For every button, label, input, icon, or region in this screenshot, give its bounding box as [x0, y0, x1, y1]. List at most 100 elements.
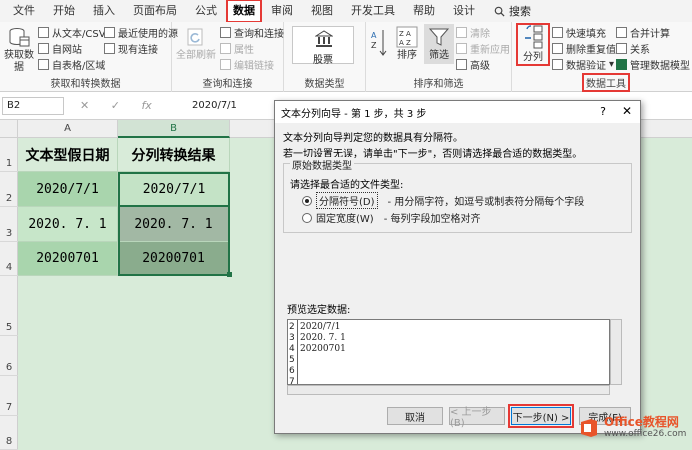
formula-symbols: ✕ ✓ fx — [80, 99, 152, 112]
group-data-types: 股票 数据类型 — [284, 22, 366, 92]
name-box[interactable]: B2 — [2, 97, 64, 115]
tab-developer[interactable]: 开发工具 — [342, 1, 404, 21]
tab-view[interactable]: 视图 — [302, 1, 342, 21]
recent-icon — [104, 26, 115, 38]
from-web-button[interactable]: 自网站 — [38, 41, 82, 56]
consolidate-icon — [616, 26, 627, 38]
edit-links-button[interactable]: 编辑链接 — [220, 57, 274, 72]
cell-b1[interactable]: 分列转换结果 — [118, 138, 230, 172]
select-all-corner[interactable] — [0, 120, 18, 138]
tab-page-layout[interactable]: 页面布局 — [124, 1, 186, 21]
tab-file[interactable]: 文件 — [4, 1, 44, 21]
text-to-columns-dialog: 文本分列向导 - 第 1 步，共 3 步 ? ✕ 文本分列向导判定您的数据具有分… — [274, 100, 641, 434]
fill-handle[interactable] — [227, 272, 232, 277]
query-icon — [220, 26, 231, 38]
cell-a4[interactable]: 20200701 — [18, 242, 118, 276]
row-header[interactable]: 5 — [0, 276, 18, 336]
from-table-button[interactable]: 自表格/区域 — [38, 57, 105, 72]
radio-selected-icon — [302, 195, 312, 206]
clear-filter-button[interactable]: 清除 — [456, 25, 490, 40]
remove-duplicates-icon — [552, 42, 563, 54]
preview-row: 2020. 7. 1 — [300, 333, 346, 343]
row-header[interactable]: 3 — [0, 207, 18, 242]
cell-a1[interactable]: 文本型假日期 — [18, 138, 118, 172]
ribbon: 获取数据 从文本/CSV 自网站 自表格/区域 最近使用的源 现有连接 获取和转… — [0, 22, 692, 92]
search-box[interactable]: 搜索 — [494, 3, 531, 19]
tab-design[interactable]: 设计 — [444, 1, 484, 21]
row-header[interactable]: 4 — [0, 242, 18, 276]
existing-connections-button[interactable]: 现有连接 — [104, 41, 158, 56]
tab-help[interactable]: 帮助 — [404, 1, 444, 21]
help-icon[interactable]: ? — [600, 105, 606, 118]
recent-sources-button[interactable]: 最近使用的源 — [104, 25, 178, 40]
consolidate-button[interactable]: 合并计算 — [616, 25, 670, 40]
table-icon — [38, 58, 49, 70]
cancel-icon[interactable]: ✕ — [80, 99, 89, 112]
fieldset-label: 原始数据类型 — [290, 157, 354, 172]
web-icon — [38, 42, 49, 54]
preview-vertical-scrollbar[interactable] — [610, 319, 622, 385]
office-logo-icon — [581, 418, 597, 437]
flash-fill-button[interactable]: 快速填充 — [552, 25, 606, 40]
advanced-filter-button[interactable]: 高级 — [456, 57, 490, 72]
properties-button[interactable]: 属性 — [220, 41, 254, 56]
text-to-columns-highlight — [516, 23, 550, 66]
tab-formulas[interactable]: 公式 — [186, 1, 226, 21]
back-button[interactable]: < 上一步(B) — [449, 407, 505, 429]
filter-button[interactable]: 筛选 — [424, 24, 454, 64]
manage-data-model-button[interactable]: 管理数据模型 — [616, 57, 690, 72]
cell-b3[interactable]: 2020. 7. 1 — [118, 207, 230, 242]
formula-input[interactable]: 2020/7/1 — [192, 100, 237, 111]
dialog-title: 文本分列向导 - 第 1 步，共 3 步 ? ✕ — [275, 101, 640, 123]
watermark-brand: Office教程网 — [604, 415, 679, 429]
tab-review[interactable]: 审阅 — [262, 1, 302, 21]
bank-icon — [315, 30, 333, 47]
relationships-button[interactable]: 关系 — [616, 41, 650, 56]
preview-row-numbers: 2 3 4 5 6 7 — [289, 322, 295, 385]
row-header[interactable]: 7 — [0, 376, 18, 416]
row-header[interactable]: 2 — [0, 172, 18, 207]
stocks-gallery[interactable]: 股票 — [292, 26, 354, 66]
refresh-icon — [187, 28, 203, 46]
row-header[interactable]: 6 — [0, 336, 18, 376]
queries-connections-button[interactable]: 查询和连接 — [220, 25, 284, 40]
data-model-icon — [616, 58, 627, 70]
link-icon — [220, 58, 231, 70]
from-text-csv-button[interactable]: 从文本/CSV — [38, 25, 106, 40]
column-header-a[interactable]: A — [18, 120, 118, 138]
original-data-type-group: 原始数据类型 请选择最合适的文件类型: 分隔符号(D) - 用分隔字符，如逗号或… — [283, 157, 632, 233]
svg-text:A Z: A Z — [399, 39, 411, 47]
column-header-b[interactable]: B — [118, 120, 230, 138]
cancel-button[interactable]: 取消 — [387, 407, 443, 425]
cell-b4[interactable]: 20200701 — [118, 242, 230, 276]
reapply-button[interactable]: 重新应用 — [456, 41, 510, 56]
fx-icon[interactable]: fx — [141, 99, 151, 112]
cell-a3[interactable]: 2020. 7. 1 — [18, 207, 118, 242]
delimited-radio[interactable]: 分隔符号(D) - 用分隔字符，如逗号或制表符分隔每个字段 — [302, 192, 584, 209]
tab-home[interactable]: 开始 — [44, 1, 84, 21]
fixed-width-radio[interactable]: 固定宽度(W) - 每列字段加空格对齐 — [302, 210, 481, 225]
flash-fill-icon — [552, 26, 563, 38]
row-header[interactable]: 8 — [0, 416, 18, 450]
row-header[interactable]: 1 — [0, 138, 18, 172]
next-button[interactable]: 下一步(N) > — [508, 404, 574, 428]
preview-horizontal-scrollbar[interactable] — [287, 385, 610, 395]
tab-data[interactable]: 数据 — [226, 0, 262, 23]
refresh-all-button[interactable]: 全部刷新 — [176, 26, 216, 62]
group-label: 排序和筛选 — [413, 79, 464, 90]
connection-icon — [104, 42, 115, 54]
data-validation-button[interactable]: 数据验证 ▾ — [552, 57, 615, 72]
enter-icon[interactable]: ✓ — [111, 99, 120, 112]
chevron-down-icon: ▾ — [609, 58, 615, 70]
cell-a2[interactable]: 2020/7/1 — [18, 172, 118, 207]
preview-row: 2020/7/1 — [300, 322, 341, 332]
get-data-button[interactable]: 获取数据 — [4, 26, 34, 74]
cell-b2[interactable]: 2020/7/1 — [118, 172, 230, 207]
sort-az-button[interactable]: AZ — [370, 28, 388, 62]
remove-duplicates-button[interactable]: 删除重复值 — [552, 41, 616, 56]
sort-button[interactable]: Z AA Z 排序 — [392, 26, 422, 62]
group-data-tools: 分列 快速填充 删除重复值 数据验证 ▾ 合并计算 关系 管理数据模型 数据工具 — [512, 22, 692, 92]
svg-text:Z: Z — [371, 41, 377, 50]
tab-insert[interactable]: 插入 — [84, 1, 124, 21]
close-icon[interactable]: ✕ — [622, 104, 632, 118]
